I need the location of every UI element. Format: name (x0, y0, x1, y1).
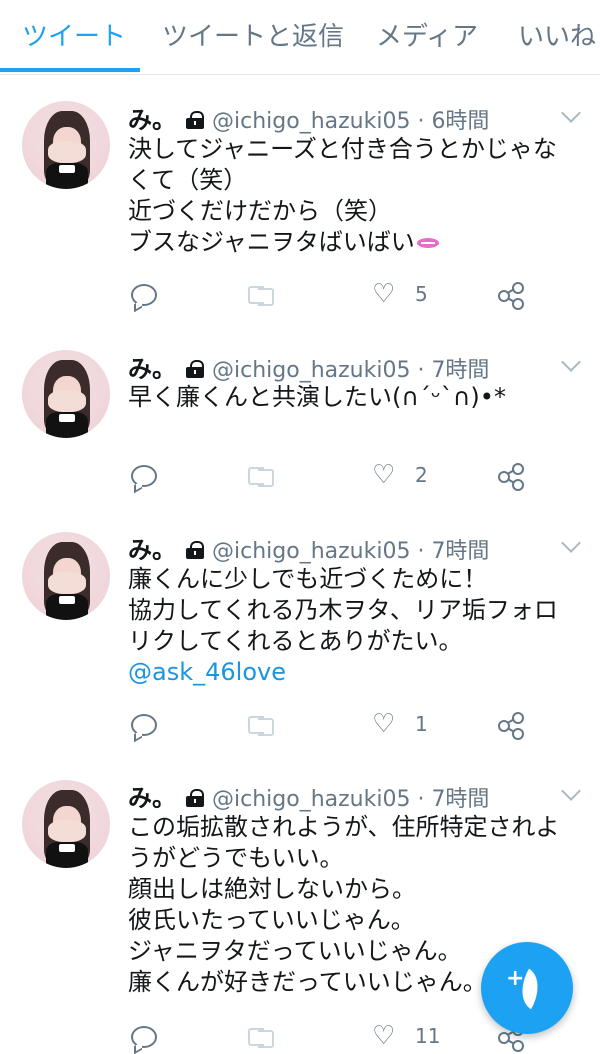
tweet-actions: ♡ 2 (128, 461, 528, 491)
display-name[interactable]: み。 (128, 536, 176, 564)
lock-icon (186, 111, 204, 129)
display-name[interactable]: み。 (128, 106, 176, 134)
like-button[interactable]: ♡ 1 (372, 710, 432, 740)
chevron-down-icon[interactable] (561, 533, 581, 553)
tweet-actions: ♡ 1 (128, 710, 528, 740)
share-icon (498, 282, 524, 310)
tweet[interactable]: み。 @ichigo_hazuki05 · 7時間 廉くんに少しでも近づくために！… (0, 510, 600, 759)
mention-link[interactable]: @ask_46love (128, 657, 588, 688)
heart-icon: ♡ (372, 1021, 396, 1051)
tweet-time[interactable]: · 6時間 (417, 109, 489, 134)
user-handle[interactable]: @ichigo_hazuki05 (212, 358, 410, 383)
share-icon (498, 463, 524, 491)
like-count: 1 (415, 712, 428, 736)
chevron-down-icon[interactable] (561, 781, 581, 801)
tweet-actions: ♡ 11 (128, 1022, 528, 1052)
like-button[interactable]: ♡ 11 (372, 1022, 442, 1052)
share-icon (498, 712, 524, 740)
user-handle[interactable]: @ichigo_hazuki05 (212, 539, 410, 564)
user-handle[interactable]: @ichigo_hazuki05 (212, 787, 410, 812)
chevron-down-icon[interactable] (561, 103, 581, 123)
avatar[interactable] (22, 350, 110, 438)
avatar[interactable] (22, 101, 110, 189)
avatar[interactable] (22, 532, 110, 620)
reply-icon (131, 714, 157, 736)
reply-icon (131, 1026, 157, 1048)
lock-icon (186, 360, 204, 378)
tweet-time[interactable]: · 7時間 (417, 787, 489, 812)
like-count: 5 (415, 282, 428, 306)
display-name[interactable]: み。 (128, 355, 176, 383)
tweet-text: 早く廉くんと共演したい(∩´ᵕ`∩)•* (128, 383, 506, 411)
active-tab-indicator (0, 68, 140, 72)
compose-tweet-button[interactable]: + (481, 942, 573, 1034)
user-handle[interactable]: @ichigo_hazuki05 (212, 109, 410, 134)
like-button[interactable]: ♡ 5 (372, 280, 432, 310)
tab-tweets-and-replies[interactable]: ツイートと返信 (162, 16, 344, 53)
tweet-header: み。 @ichigo_hazuki05 · 7時間 (128, 778, 489, 813)
tweet-time[interactable]: · 7時間 (417, 539, 489, 564)
retweet-icon (248, 465, 274, 487)
lock-icon (186, 789, 204, 807)
heart-icon: ♡ (372, 709, 396, 739)
retweet-icon (248, 714, 274, 736)
tweet-text: 廉くんに少しでも近づくために！ 協力してくれる乃木ヲタ、リア垢フォロ リクしてく… (128, 564, 588, 688)
like-count: 11 (415, 1024, 441, 1048)
tweet-header: み。 @ichigo_hazuki05 · 7時間 (128, 349, 489, 384)
reply-icon (131, 465, 157, 487)
tweet[interactable]: み。 @ichigo_hazuki05 · 7時間 早く廉くんと共演したい(∩´ᵕ… (0, 330, 600, 511)
like-button[interactable]: ♡ 2 (372, 461, 432, 491)
reply-icon (131, 284, 157, 306)
like-count: 2 (415, 463, 428, 487)
heart-icon: ♡ (372, 279, 396, 309)
retweet-icon (248, 284, 274, 306)
tweet-header: み。 @ichigo_hazuki05 · 7時間 (128, 530, 489, 565)
chevron-down-icon[interactable] (561, 352, 581, 372)
tab-tweets[interactable]: ツイート (22, 16, 126, 53)
profile-tabs: ツイート ツイートと返信 メディア いいね (0, 0, 600, 75)
tweet-header: み。 @ichigo_hazuki05 · 6時間 (128, 100, 489, 135)
tweet[interactable]: み。 @ichigo_hazuki05 · 6時間 決してジャニーズと付き合うとか… (0, 84, 600, 331)
retweet-icon (248, 1026, 274, 1048)
heart-icon: ♡ (372, 460, 396, 490)
tweet-text: 決してジャニーズと付き合うとかじゃな くて（笑） 近づくだけだから（笑） ブスな… (128, 135, 557, 256)
avatar[interactable] (22, 780, 110, 868)
display-name[interactable]: み。 (128, 784, 176, 812)
tweet-time[interactable]: · 7時間 (417, 358, 489, 383)
kiss-lips-icon (415, 235, 443, 251)
tab-media[interactable]: メディア (376, 16, 478, 53)
tweet-actions: ♡ 5 (128, 280, 528, 310)
tab-likes[interactable]: いいね (518, 16, 596, 53)
lock-icon (186, 541, 204, 559)
